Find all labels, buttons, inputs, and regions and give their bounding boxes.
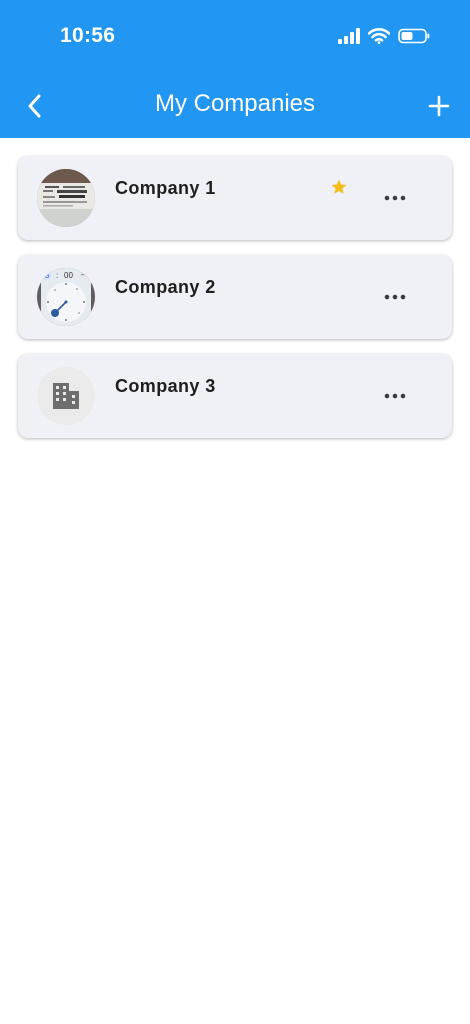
company-name: Company 1 bbox=[115, 178, 216, 198]
app-header: 10:56 My Companies bbox=[0, 0, 470, 138]
company-name: Company 3 bbox=[115, 376, 216, 396]
company-avatar bbox=[37, 169, 95, 227]
add-company-button[interactable] bbox=[424, 90, 454, 122]
more-options-button[interactable] bbox=[380, 287, 410, 307]
page-title: My Companies bbox=[154, 90, 316, 117]
svg-text:00: 00 bbox=[64, 271, 73, 280]
more-dots-icon bbox=[384, 393, 406, 399]
more-options-button[interactable] bbox=[380, 188, 410, 208]
company-name: Company 2 bbox=[115, 277, 216, 297]
company-card[interactable]: Company 3 bbox=[18, 354, 452, 438]
battery-icon bbox=[398, 28, 430, 44]
company-card[interactable]: Company 1 bbox=[18, 156, 452, 240]
company-avatar bbox=[37, 367, 95, 425]
company-avatar: 8 : 00 bbox=[37, 268, 95, 326]
more-dots-icon bbox=[384, 195, 406, 201]
more-options-button[interactable] bbox=[380, 386, 410, 406]
clock-screenshot-image: 8 : 00 bbox=[37, 268, 95, 326]
building-icon bbox=[37, 367, 95, 425]
favorite-star-icon bbox=[331, 179, 347, 194]
status-icons bbox=[338, 28, 430, 44]
company-list: Company 1 8 : 00 Company 2 Company 3 bbox=[18, 156, 452, 453]
receipt-photo-image bbox=[37, 169, 95, 227]
company-card[interactable]: 8 : 00 Company 2 bbox=[18, 255, 452, 339]
plus-icon bbox=[428, 95, 450, 117]
more-dots-icon bbox=[384, 294, 406, 300]
signal-icon bbox=[338, 28, 360, 44]
svg-text::: : bbox=[56, 271, 58, 280]
status-time: 10:56 bbox=[60, 24, 116, 47]
svg-text:8: 8 bbox=[45, 271, 50, 280]
wifi-icon bbox=[368, 28, 390, 44]
